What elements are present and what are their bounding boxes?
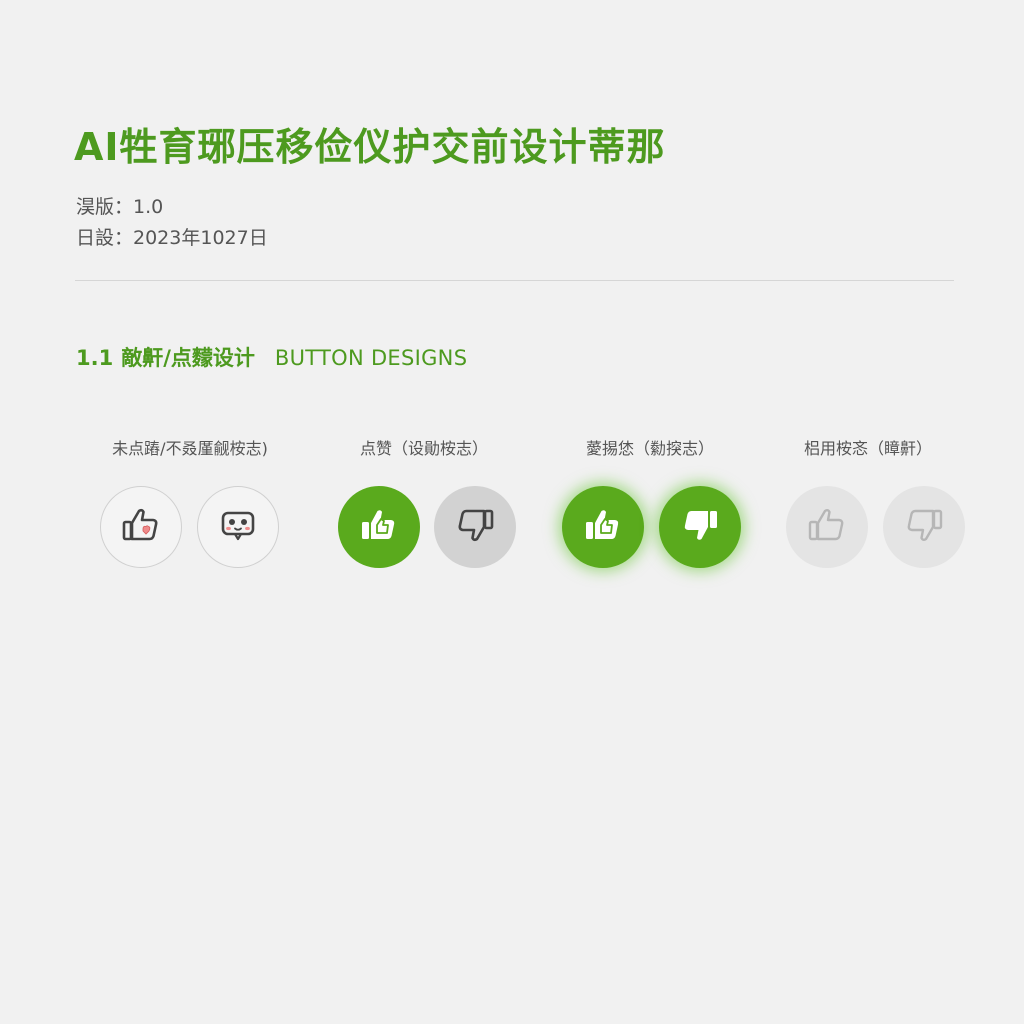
date-text: 日設：2023年1027日 xyxy=(76,227,268,249)
robot-face-icon xyxy=(216,503,260,551)
state-label-hover: 薆掦恷（勬揬志） xyxy=(585,439,714,458)
thumbs-up-icon xyxy=(119,503,163,551)
like-button-default[interactable] xyxy=(100,486,182,568)
dislike-button-disabled xyxy=(883,486,965,568)
section-title-cn: 敵鼾/点䵆设计 xyxy=(121,346,255,370)
section-number: 1.1 xyxy=(76,346,114,370)
dislike-button-hover[interactable] xyxy=(659,486,741,568)
thumbs-down-icon xyxy=(678,503,722,551)
state-label-disabled: 梠用桉忞（瞕鼾） xyxy=(803,439,932,458)
section-title-en: BUTTON DESIGNS xyxy=(274,346,468,370)
like-button-disabled xyxy=(786,486,868,568)
divider xyxy=(75,280,954,281)
thumbs-up-icon xyxy=(805,503,849,551)
state-label-liked: 点赞（设勛桉志） xyxy=(359,439,488,458)
thumbs-up-icon xyxy=(581,503,625,551)
page-title: AI牲育琊压移俭仪护交前设计蒂那 xyxy=(74,125,666,169)
section-heading: 1.1 敵鼾/点䵆设计 BUTTON DESIGNS xyxy=(76,342,467,372)
thumbs-down-icon xyxy=(453,503,497,551)
feedback-button-default[interactable] xyxy=(197,486,279,568)
version-text: 淏版：1.0 xyxy=(76,196,164,218)
state-label-default: 未点蹖/不叒厪觎桉志) xyxy=(112,439,268,458)
like-button-hover[interactable] xyxy=(562,486,644,568)
like-button-active[interactable] xyxy=(338,486,420,568)
dislike-button-inactive[interactable] xyxy=(434,486,516,568)
thumbs-up-icon xyxy=(357,503,401,551)
thumbs-down-icon xyxy=(902,503,946,551)
